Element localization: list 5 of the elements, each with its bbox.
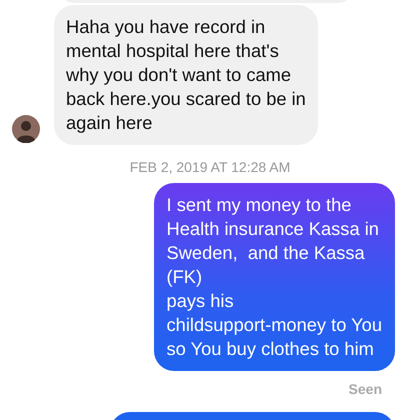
seen-status: Seen [348,381,382,397]
message-bubble: Haha you have record in mental hospital here that's why you don't want to came back here.you scared to be in again here [54,5,318,145]
avatar-icon[interactable] [12,115,40,143]
message-bubble: I sent my money to the Health insurance Kassa in Sweden, and the Kassa (FK) pays his childsupport-money to You so You buy clothes to him [154,183,395,371]
timestamp: FEB 2, 2019 AT 12:28 AM [130,159,290,175]
